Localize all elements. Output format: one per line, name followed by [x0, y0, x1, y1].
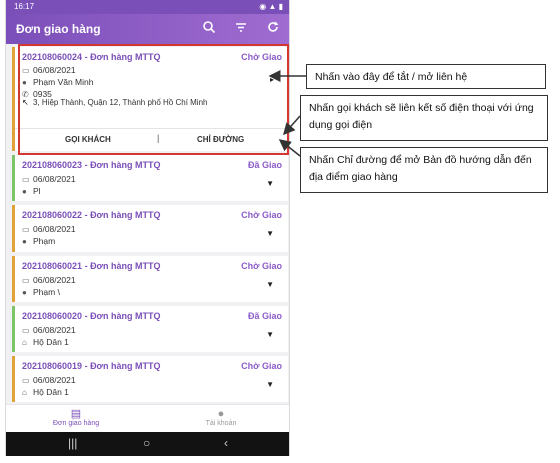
filter-icon[interactable]	[233, 20, 249, 36]
orders-tab-icon: ▤	[70, 408, 82, 420]
chevron-down-icon[interactable]: ▼	[266, 380, 274, 389]
order-status: Đã Giao	[247, 160, 282, 170]
phone-screen: 16:17 ◉ ▲ ▮ Đơn giao hàng 202108060024 -…	[5, 0, 290, 456]
order-card[interactable]: 202108060019 - Đơn hàng MTTQ Chờ Giao ▭ 0…	[12, 356, 288, 402]
account-tab-icon: ●	[217, 408, 225, 420]
app-bar: Đơn giao hàng	[6, 14, 289, 44]
status-icons: ◉ ▲ ▮	[259, 2, 283, 11]
order-status: Chờ Giao	[241, 210, 282, 220]
callout-toggle-contact: Nhấn vào đây để tắt / mở liên hệ	[306, 64, 546, 89]
callout-call-customer: Nhấn gọi khách sẽ liên kết số điện thoại…	[300, 95, 548, 141]
order-customer: ● Phạm	[22, 236, 56, 246]
person-icon: ●	[22, 237, 27, 246]
order-card[interactable]: 202108060022 - Đơn hàng MTTQ Chờ Giao ▭ 0…	[12, 205, 288, 252]
callout-directions: Nhấn Chỉ đường để mở Bản đồ hướng dẫn đế…	[300, 147, 548, 193]
status-bar: 16:17 ◉ ▲ ▮	[6, 0, 289, 14]
order-card[interactable]: 202108060021 - Đơn hàng MTTQ Chờ Giao ▭ 0…	[12, 256, 288, 302]
order-id: 202108060020 - Đơn hàng MTTQ	[22, 311, 161, 321]
calendar-icon: ▭	[22, 225, 30, 234]
calendar-icon: ▭	[22, 376, 30, 385]
page-title: Đơn giao hàng	[16, 22, 101, 36]
calendar-icon: ▭	[22, 175, 30, 184]
order-customer: ⌂ Hộ Dân 1	[22, 337, 69, 347]
person-icon: ●	[22, 187, 27, 196]
order-date: ▭ 06/08/2021	[22, 174, 76, 184]
order-customer: ⌂ Hộ Dân 1	[22, 387, 69, 397]
calendar-icon: ▭	[22, 326, 30, 335]
order-date: ▭ 06/08/2021	[22, 224, 76, 234]
order-card[interactable]: 202108060020 - Đơn hàng MTTQ Đã Giao ▭ 06…	[12, 306, 288, 352]
tutorial-screenshot: 16:17 ◉ ▲ ▮ Đơn giao hàng 202108060024 -…	[0, 0, 560, 463]
home-icon[interactable]: ○	[143, 436, 150, 450]
order-card[interactable]: 202108060023 - Đơn hàng MTTQ Đã Giao ▭ 06…	[12, 155, 288, 201]
house-icon: ⌂	[22, 388, 27, 397]
order-id: 202108060021 - Đơn hàng MTTQ	[22, 261, 161, 271]
recent-apps-icon[interactable]: |||	[68, 436, 77, 450]
order-date: ▭ 06/08/2021	[22, 325, 76, 335]
order-status: Đã Giao	[247, 311, 282, 321]
house-icon: ⌂	[22, 338, 27, 347]
refresh-icon[interactable]	[265, 20, 281, 36]
tab-orders[interactable]: ▤ Đơn giao hàng	[36, 408, 116, 427]
order-id: 202108060019 - Đơn hàng MTTQ	[22, 361, 161, 371]
order-customer: ● Phạm \	[22, 287, 60, 297]
order-status: Chờ Giao	[241, 361, 282, 371]
highlight-frame	[18, 44, 289, 155]
chevron-down-icon[interactable]: ▼	[266, 280, 274, 289]
chevron-down-icon[interactable]: ▼	[266, 330, 274, 339]
order-id: 202108060023 - Đơn hàng MTTQ	[22, 160, 161, 170]
order-date: ▭ 06/08/2021	[22, 375, 76, 385]
order-customer: ● Pl	[22, 186, 41, 196]
calendar-icon: ▭	[22, 276, 30, 285]
order-date: ▭ 06/08/2021	[22, 275, 76, 285]
order-id: 202108060022 - Đơn hàng MTTQ	[22, 210, 161, 220]
back-icon[interactable]: ‹	[224, 436, 228, 450]
chevron-down-icon[interactable]: ▼	[266, 179, 274, 188]
person-icon: ●	[22, 288, 27, 297]
system-navigation-bar: ||| ○ ‹	[6, 432, 289, 456]
chevron-down-icon[interactable]: ▼	[266, 229, 274, 238]
tab-account[interactable]: ● Tài khoản	[181, 408, 261, 427]
search-icon[interactable]	[201, 20, 217, 36]
status-time: 16:17	[14, 2, 35, 11]
order-status: Chờ Giao	[241, 261, 282, 271]
bottom-navigation: ▤ Đơn giao hàng ● Tài khoản	[6, 404, 289, 432]
